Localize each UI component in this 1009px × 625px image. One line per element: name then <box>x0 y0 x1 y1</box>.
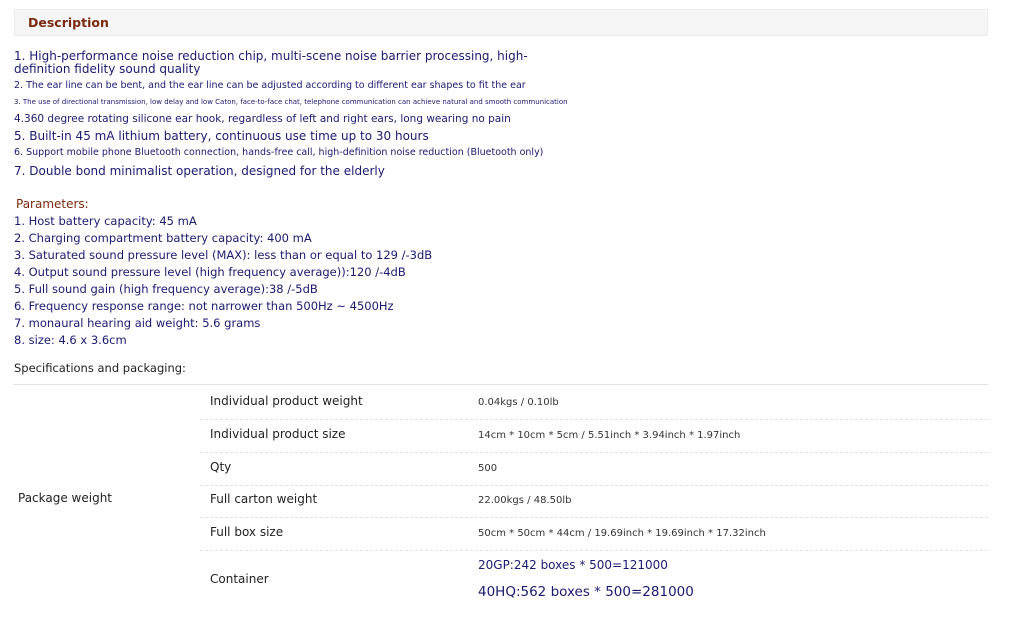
spec-label-qty: Qty <box>210 460 232 474</box>
spec-label-carton-weight: Full carton weight <box>210 492 318 506</box>
row-divider <box>200 452 988 453</box>
feature-7: 7. Double bond minimalist operation, des… <box>14 164 385 178</box>
feature-4: 4.360 degree rotating silicone ear hook,… <box>14 113 511 125</box>
parameter-item: 8. size: 4.6 x 3.6cm <box>14 333 127 347</box>
row-divider <box>200 550 988 551</box>
description-header: Description <box>14 9 988 36</box>
feature-1: 1. High-performance noise reduction chip… <box>14 50 528 76</box>
spec-value-qty: 500 <box>478 463 498 474</box>
package-weight-label: Package weight <box>18 491 113 505</box>
spec-label-individual-weight: Individual product weight <box>210 394 363 408</box>
row-divider <box>200 419 988 420</box>
row-divider <box>200 485 988 486</box>
spec-value-individual-size: 14cm * 10cm * 5cm / 5.51inch * 3.94inch … <box>478 430 741 441</box>
parameter-item: 6. Frequency response range: not narrowe… <box>14 299 394 313</box>
spec-label-individual-size: Individual product size <box>210 427 346 441</box>
spec-value-individual-weight: 0.04kgs / 0.10lb <box>478 397 559 408</box>
spec-label-box-size: Full box size <box>210 525 284 539</box>
specs-table-top-border <box>14 384 988 385</box>
description-title: Description <box>28 15 109 30</box>
feature-2: 2. The ear line can be bent, and the ear… <box>14 80 526 91</box>
parameter-item: 4. Output sound pressure level (high fre… <box>14 265 406 279</box>
spec-value-container-20gp: 20GP:242 boxes * 500=121000 <box>478 558 668 572</box>
feature-6: 6. Support mobile phone Bluetooth connec… <box>14 147 544 158</box>
spec-value-carton-weight: 22.00kgs / 48.50lb <box>478 495 572 506</box>
parameter-item: 5. Full sound gain (high frequency avera… <box>14 282 318 296</box>
parameter-item: 2. Charging compartment battery capacity… <box>14 231 312 245</box>
specs-title: Specifications and packaging: <box>14 361 186 375</box>
parameter-item: 1. Host battery capacity: 45 mA <box>14 214 197 228</box>
parameter-item: 7. monaural hearing aid weight: 5.6 gram… <box>14 316 261 330</box>
spec-value-box-size: 50cm * 50cm * 44cm / 19.69inch * 19.69in… <box>478 528 766 539</box>
parameters-title: Parameters: <box>16 197 89 211</box>
parameter-item: 3. Saturated sound pressure level (MAX):… <box>14 248 433 262</box>
spec-value-container-40hq: 40HQ:562 boxes * 500=281000 <box>478 584 694 600</box>
feature-5: 5. Built-in 45 mA lithium battery, conti… <box>14 129 429 143</box>
spec-label-container: Container <box>210 572 269 586</box>
feature-1-line-2: definition fidelity sound quality <box>14 62 201 76</box>
feature-3: 3. The use of directional transmission, … <box>14 98 568 106</box>
row-divider <box>200 517 988 518</box>
